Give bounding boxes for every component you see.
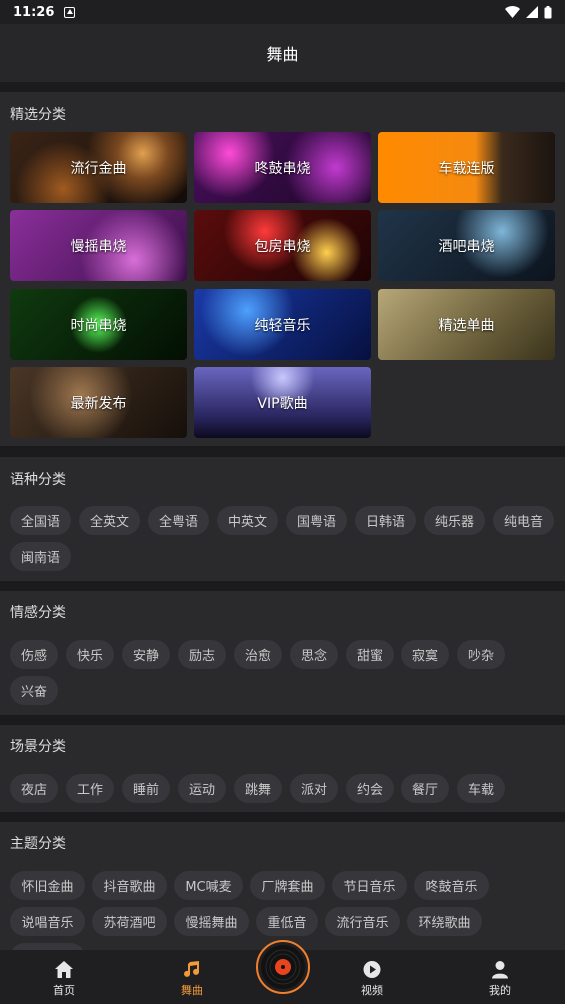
tile-new-release[interactable]: 最新发布: [10, 367, 187, 438]
section-title-language: 语种分类: [10, 472, 66, 488]
wifi-icon: [505, 6, 520, 18]
chip-emotion[interactable]: 治愈: [234, 640, 282, 669]
music-note-icon: [184, 961, 200, 977]
chip-theme[interactable]: 重低音: [256, 907, 318, 936]
chip-language[interactable]: 中英文: [217, 506, 278, 535]
tile-label: 包房串烧: [254, 238, 311, 255]
tile-label: 流行金曲: [70, 160, 127, 177]
chip-emotion[interactable]: 安静: [122, 640, 170, 669]
tile-label: 酒吧串烧: [438, 238, 495, 255]
language-section: 语种分类 全国语 全英文 全粤语 中英文 国粤语 日韩语 纯乐器 纯电音 闽南语: [0, 457, 565, 581]
tile-slow-rock[interactable]: 慢摇串烧: [10, 210, 187, 281]
chip-scene[interactable]: 派对: [290, 774, 338, 803]
chip-language[interactable]: 闽南语: [10, 542, 71, 571]
home-icon: [55, 961, 73, 978]
chip-emotion[interactable]: 吵杂: [457, 640, 505, 669]
tile-label: 最新发布: [70, 395, 127, 412]
tile-light-music[interactable]: 纯轻音乐: [194, 289, 371, 360]
chip-emotion[interactable]: 兴奋: [10, 676, 58, 705]
chip-theme[interactable]: 咚鼓音乐: [414, 871, 489, 900]
section-title-scene: 场景分类: [10, 739, 66, 755]
chip-emotion[interactable]: 甜蜜: [346, 640, 394, 669]
chip-theme[interactable]: 苏荷酒吧: [92, 907, 167, 936]
vinyl-disc-icon: [261, 945, 305, 989]
app-screen: 11:26 舞曲 精选分类 流行金曲 咚鼓串烧 车载连版 慢摇串烧 包房串烧 酒…: [0, 0, 565, 1004]
section-title-theme: 主题分类: [10, 836, 66, 852]
tile-label: 时尚串烧: [70, 317, 127, 334]
chip-language[interactable]: 全国语: [10, 506, 71, 535]
battery-icon: [544, 5, 552, 18]
chip-theme[interactable]: 抖音歌曲: [92, 871, 167, 900]
tile-label: 慢摇串烧: [70, 238, 127, 255]
tile-fashion-mix[interactable]: 时尚串烧: [10, 289, 187, 360]
chip-scene[interactable]: 跳舞: [234, 774, 282, 803]
notification-icon: [64, 6, 76, 18]
chip-emotion[interactable]: 励志: [178, 640, 226, 669]
chip-emotion[interactable]: 快乐: [66, 640, 114, 669]
emotion-section: 情感分类 伤感 快乐 安静 励志 治愈 思念 甜蜜 寂寞 吵杂 兴奋: [0, 591, 565, 715]
tab-label: 我的: [489, 984, 511, 997]
chip-theme[interactable]: 怀旧金曲: [10, 871, 85, 900]
tile-label: 咚鼓串烧: [254, 160, 311, 177]
tile-bar-mix[interactable]: 酒吧串烧: [378, 210, 555, 281]
chip-theme[interactable]: 说唱音乐: [10, 907, 85, 936]
scene-section: 场景分类 夜店 工作 睡前 运动 跳舞 派对 约会 餐厅 车载: [0, 725, 565, 812]
chip-scene[interactable]: 约会: [346, 774, 394, 803]
tile-car-mix[interactable]: 车载连版: [378, 132, 555, 203]
chip-scene[interactable]: 餐厅: [401, 774, 449, 803]
chip-theme[interactable]: 慢摇舞曲: [174, 907, 249, 936]
tile-drum-medley[interactable]: 咚鼓串烧: [194, 132, 371, 203]
chip-theme[interactable]: 流行音乐: [325, 907, 400, 936]
chip-language[interactable]: 国粤语: [286, 506, 347, 535]
chip-emotion[interactable]: 思念: [290, 640, 338, 669]
tile-vip-songs[interactable]: VIP歌曲: [194, 367, 371, 438]
chip-emotion[interactable]: 寂寞: [401, 640, 449, 669]
chip-language[interactable]: 纯乐器: [424, 506, 485, 535]
status-time: 11:26: [13, 4, 55, 20]
section-title-featured: 精选分类: [10, 107, 66, 123]
tab-home[interactable]: 首页: [34, 950, 94, 1004]
video-icon: [363, 961, 381, 978]
status-bar: 11:26: [0, 0, 565, 24]
user-icon: [492, 961, 508, 979]
chip-theme[interactable]: 环绕歌曲: [407, 907, 482, 936]
chip-scene[interactable]: 车载: [457, 774, 505, 803]
page-title: 舞曲: [266, 45, 299, 64]
chip-language[interactable]: 全粤语: [148, 506, 209, 535]
tile-ktv-mix[interactable]: 包房串烧: [194, 210, 371, 281]
tab-mine[interactable]: 我的: [470, 950, 530, 1004]
chip-scene[interactable]: 工作: [66, 774, 114, 803]
chip-theme[interactable]: 节日音乐: [332, 871, 407, 900]
chip-scene[interactable]: 运动: [178, 774, 226, 803]
theme-section: 主题分类 怀旧金曲 抖音歌曲 MC喊麦 厂牌套曲 节日音乐 咚鼓音乐 说唱音乐 …: [0, 822, 565, 972]
tab-label: 舞曲: [181, 984, 203, 997]
chip-scene[interactable]: 夜店: [10, 774, 58, 803]
tab-label: 首页: [53, 984, 75, 997]
chip-emotion[interactable]: 伤感: [10, 640, 58, 669]
tab-label: 视频: [361, 984, 383, 997]
chip-theme[interactable]: 厂牌套曲: [250, 871, 325, 900]
tile-label: 精选单曲: [438, 317, 495, 334]
tile-selected-singles[interactable]: 精选单曲: [378, 289, 555, 360]
tile-label: VIP歌曲: [257, 395, 308, 412]
tile-pop-hits[interactable]: 流行金曲: [10, 132, 187, 203]
chip-theme[interactable]: MC喊麦: [174, 871, 243, 900]
tab-dance[interactable]: 舞曲: [162, 950, 222, 1004]
tab-video[interactable]: 视频: [342, 950, 402, 1004]
section-title-emotion: 情感分类: [10, 605, 66, 621]
featured-section: 精选分类 流行金曲 咚鼓串烧 车载连版 慢摇串烧 包房串烧 酒吧串烧 时尚串烧 …: [0, 92, 565, 446]
chip-language[interactable]: 日韩语: [355, 506, 416, 535]
signal-icon: [526, 6, 538, 18]
chip-language[interactable]: 全英文: [79, 506, 140, 535]
tile-label: 纯轻音乐: [254, 317, 311, 334]
chip-language[interactable]: 纯电音: [493, 506, 554, 535]
tile-label: 车载连版: [438, 160, 495, 177]
now-playing-disc-button[interactable]: [256, 940, 310, 994]
chip-scene[interactable]: 睡前: [122, 774, 170, 803]
page-header: 舞曲: [0, 24, 565, 82]
